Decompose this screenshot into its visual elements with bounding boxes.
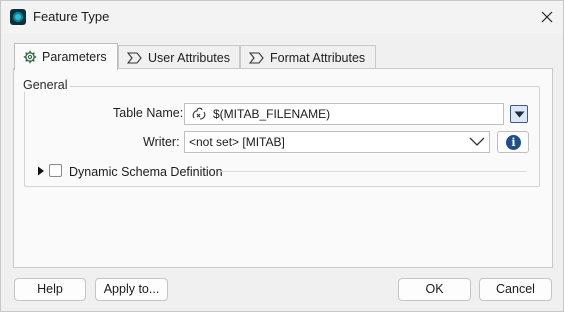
help-button[interactable]: Help [14,278,86,301]
close-button[interactable] [533,3,561,31]
gear-icon [23,50,37,64]
table-name-menu-button[interactable] [510,105,528,123]
close-icon [541,11,553,23]
writer-info-button[interactable]: i [497,131,529,153]
dynamic-schema-label: Dynamic Schema Definition [69,165,223,179]
tab-format-attributes-label: Format Attributes [270,50,366,65]
tab-format-attributes[interactable]: Format Attributes [240,45,376,69]
info-icon: i [506,135,521,150]
triangle-down-icon [514,111,525,118]
chevron-down-icon [469,137,485,146]
section-divider [219,171,527,172]
tab-parameters[interactable]: Parameters [14,43,118,70]
writer-label: Writer: [143,135,180,149]
table-name-field[interactable]: $(MITAB_FILENAME) [184,103,504,125]
writer-value: <not set> [MITAB] [189,135,285,149]
app-icon [10,9,26,25]
attributes-icon [127,51,142,64]
writer-select[interactable]: <not set> [MITAB] [184,131,490,153]
expand-arrow-icon[interactable] [37,166,45,176]
general-group-title: General [20,78,71,92]
feature-type-dialog: Feature Type Parameters User Attributes [0,0,564,312]
tab-user-attributes[interactable]: User Attributes [118,45,240,69]
tab-user-attributes-label: User Attributes [148,50,230,65]
text-editor-icon [192,107,206,120]
table-name-value: $(MITAB_FILENAME) [213,107,331,121]
apply-to-button[interactable]: Apply to... [95,278,168,301]
title-bar: Feature Type [1,1,563,33]
tab-bar: Parameters User Attributes Format Attrib… [13,43,553,70]
window-title: Feature Type [33,9,110,24]
attributes-icon [249,51,264,64]
table-name-label: Table Name: [113,106,184,120]
cancel-button[interactable]: Cancel [479,278,552,301]
ok-button[interactable]: OK [398,278,471,301]
tab-parameters-label: Parameters [42,50,107,64]
dynamic-schema-checkbox[interactable] [49,164,62,177]
